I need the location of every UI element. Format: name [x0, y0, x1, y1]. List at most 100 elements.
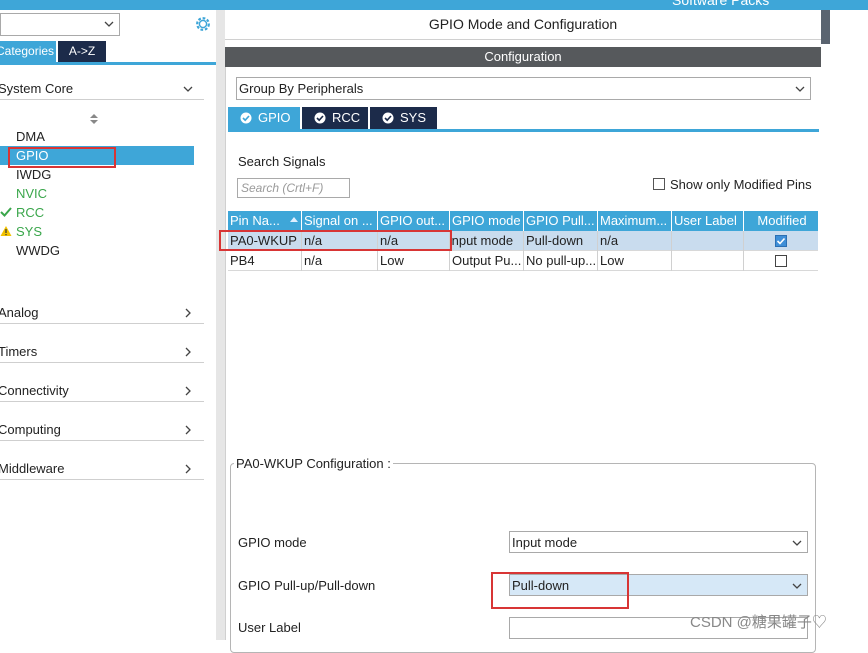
core-item-dma[interactable]: DMA — [0, 127, 194, 146]
core-item-label: SYS — [16, 224, 43, 239]
tab-gpio[interactable]: GPIO — [228, 107, 300, 129]
gear-icon[interactable] — [194, 15, 212, 33]
tab-rcc[interactable]: RCC — [302, 107, 368, 129]
column-header-user-label[interactable]: User Label — [672, 211, 744, 231]
core-item-label: DMA — [16, 129, 45, 144]
cell-pull: Pull-down — [524, 231, 598, 251]
category-middleware[interactable]: Middleware — [0, 458, 204, 480]
cell-pin: PB4 — [228, 251, 302, 271]
sort-asc-icon — [290, 217, 298, 222]
watermark: CSDN @糖果罐子♡ — [690, 614, 827, 631]
column-header-pin-name[interactable]: Pin Na... — [228, 211, 302, 231]
column-header-gpio-mode[interactable]: GPIO mode — [450, 211, 524, 231]
column-header-gpio-output[interactable]: GPIO out... — [378, 211, 450, 231]
category-timers[interactable]: Timers — [0, 341, 204, 363]
core-item-wwdg[interactable]: WWDG — [0, 241, 194, 260]
check-circle-icon — [314, 112, 326, 124]
category-label: Analog — [0, 305, 39, 320]
collapse-handle[interactable] — [821, 10, 830, 44]
tab-sys[interactable]: SYS — [370, 107, 437, 129]
column-header-label: Pin Na... — [230, 213, 280, 228]
chevron-right-icon — [185, 347, 191, 357]
search-signals-input[interactable] — [237, 178, 350, 198]
tab-label: SYS — [400, 110, 427, 125]
show-modified-label: Show only Modified Pins — [670, 177, 812, 192]
modified-checkbox[interactable] — [775, 255, 787, 267]
category-label: System Core — [0, 81, 74, 96]
group-by-value: Group By Peripherals — [239, 81, 364, 96]
chevron-right-icon — [185, 386, 191, 396]
group-by-select[interactable]: Group By Peripherals — [236, 77, 811, 100]
gpio-pull-label: GPIO Pull-up/Pull-down — [238, 578, 376, 593]
check-icon — [0, 207, 12, 217]
checkbox-box[interactable] — [653, 178, 665, 190]
gpio-mode-select[interactable]: Input mode — [509, 531, 808, 553]
cell-mode: Input mode — [450, 231, 524, 251]
page-title: GPIO Mode and Configuration — [428, 16, 618, 32]
peripheral-tabs: GPIO RCC SYS — [228, 107, 819, 132]
chevron-right-icon — [185, 464, 191, 474]
category-system-core[interactable]: System Core — [0, 78, 204, 100]
category-connectivity[interactable]: Connectivity — [0, 380, 204, 402]
column-header-gpio-pull[interactable]: GPIO Pull... — [524, 211, 598, 231]
check-circle-icon — [240, 112, 252, 124]
sort-icon[interactable] — [89, 113, 99, 125]
category-label: Connectivity — [0, 383, 69, 398]
pane-splitter[interactable] — [216, 10, 225, 640]
core-item-rcc[interactable]: RCC — [0, 203, 194, 222]
tab-label: RCC — [332, 110, 361, 125]
category-label: Timers — [0, 344, 38, 359]
chevron-right-icon — [185, 425, 191, 435]
cell-signal: n/a — [302, 251, 378, 271]
gpio-mode-label: GPIO mode — [238, 535, 307, 550]
column-header-max-speed[interactable]: Maximum... — [598, 211, 672, 231]
modified-checkbox[interactable] — [775, 235, 787, 247]
chevron-right-icon — [185, 308, 191, 318]
chevron-down-icon — [792, 540, 802, 546]
core-item-sys[interactable]: SYS — [0, 222, 194, 241]
core-item-label: NVIC — [16, 186, 48, 201]
chevron-down-icon — [795, 86, 805, 92]
table-row[interactable]: PB4 n/a Low Output Pu... No pull-up... L… — [228, 251, 818, 271]
tab-a-z[interactable]: A->Z — [58, 41, 106, 62]
cell-output: Low — [378, 251, 450, 271]
cell-user-label — [672, 231, 744, 251]
category-computing[interactable]: Computing — [0, 419, 204, 441]
category-label: Computing — [0, 422, 61, 437]
software-packs-menu[interactable]: Software Packs — [672, 0, 769, 8]
category-search-combo[interactable] — [0, 13, 120, 36]
core-item-nvic[interactable]: NVIC — [0, 184, 194, 203]
column-header-modified[interactable]: Modified — [744, 211, 818, 231]
chevron-down-icon — [104, 21, 114, 27]
annotation-box-pull-down — [491, 572, 629, 609]
category-tabs: Categories A->Z — [0, 41, 216, 65]
annotation-box-pa0-row — [219, 230, 452, 251]
tab-categories[interactable]: Categories — [0, 41, 56, 62]
chevron-down-icon — [183, 86, 193, 92]
warning-icon — [0, 226, 12, 236]
pin-config-legend: PA0-WKUP Configuration : — [234, 456, 393, 471]
cell-user-label — [672, 251, 744, 271]
mode-config-header: GPIO Mode and Configuration — [225, 10, 821, 40]
cell-mode: Output Pu... — [450, 251, 524, 271]
column-header-signal[interactable]: Signal on ... — [302, 211, 378, 231]
tab-label: GPIO — [258, 110, 291, 125]
cell-modified — [744, 251, 818, 271]
check-icon — [776, 237, 786, 245]
search-signals-label: Search Signals — [238, 154, 326, 169]
gpio-mode-value: Input mode — [512, 535, 578, 550]
annotation-box-gpio — [8, 147, 116, 168]
cell-max-speed: n/a — [598, 231, 672, 251]
cell-modified — [744, 231, 818, 251]
left-pane: Categories A->Z System Core DMA GPIO IWD… — [0, 10, 216, 640]
category-analog[interactable]: Analog — [0, 302, 204, 324]
user-label-label: User Label — [238, 620, 301, 635]
configuration-header: Configuration — [225, 47, 821, 67]
core-item-label: RCC — [16, 205, 45, 220]
cell-pull: No pull-up... — [524, 251, 598, 271]
category-label: Middleware — [0, 461, 65, 476]
check-circle-icon — [382, 112, 394, 124]
right-edge — [821, 10, 830, 640]
chevron-down-icon — [792, 583, 802, 589]
core-item-label: WWDG — [16, 243, 61, 258]
